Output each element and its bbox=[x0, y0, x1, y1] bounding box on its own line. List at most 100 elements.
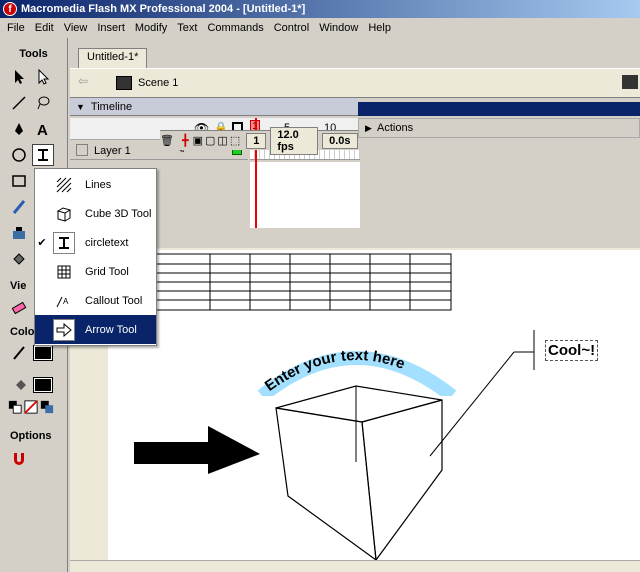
fill-color-swatch[interactable] bbox=[33, 377, 53, 393]
pencil-icon bbox=[13, 346, 25, 360]
menu-modify[interactable]: Modify bbox=[130, 22, 172, 34]
subselect-icon bbox=[38, 69, 50, 85]
menu-item-grid-tool[interactable]: Grid Tool bbox=[35, 257, 156, 286]
circletext-icon bbox=[53, 231, 75, 254]
pen-icon bbox=[15, 123, 23, 135]
document-tab[interactable]: Untitled-1* bbox=[78, 48, 148, 68]
back-arrow-icon[interactable]: ⇦ bbox=[78, 74, 96, 92]
stage-drawing bbox=[107, 253, 535, 562]
menu-control[interactable]: Control bbox=[269, 22, 314, 34]
timeline-status-bar: 🗑 ╋ ▣ ▢ ◫ ⬚ 1 12.0 fps 0.0s ◀ bbox=[160, 126, 370, 155]
edit-scene-icon[interactable] bbox=[622, 75, 638, 89]
menu-insert[interactable]: Insert bbox=[92, 22, 130, 34]
black-white-icon bbox=[8, 400, 22, 414]
eraser-icon bbox=[11, 301, 27, 315]
stage[interactable]: Enter your text here Cool~! bbox=[107, 250, 640, 562]
horizontal-scrollbar[interactable] bbox=[70, 560, 640, 572]
arrow-shape[interactable] bbox=[134, 426, 260, 474]
circletext-icon bbox=[38, 149, 48, 161]
menu-window[interactable]: Window bbox=[314, 22, 363, 34]
snap-magnet-button[interactable] bbox=[8, 448, 30, 470]
onion-outline-icon[interactable]: ▢ bbox=[205, 134, 215, 147]
callout-icon: A bbox=[53, 290, 75, 312]
rectangle-icon bbox=[12, 175, 26, 187]
grid-icon bbox=[53, 261, 75, 283]
no-color-icon bbox=[24, 400, 38, 414]
fill-transform-icon bbox=[13, 227, 25, 239]
paint-bucket-icon bbox=[13, 253, 25, 265]
window-title: Macromedia Flash MX Professional 2004 - … bbox=[21, 3, 306, 15]
frame-area bbox=[250, 162, 360, 228]
scene-label: Scene 1 bbox=[138, 77, 179, 89]
fill-transform-tool[interactable] bbox=[8, 222, 30, 244]
paint-bucket-tool[interactable] bbox=[8, 248, 30, 270]
tool-flyout-menu: Lines Cube 3D Tool ✔ circletext Grid Too… bbox=[34, 168, 157, 346]
menu-text[interactable]: Text bbox=[172, 22, 202, 34]
edit-multiple-icon[interactable]: ◫ bbox=[217, 134, 227, 147]
collapse-arrow-icon[interactable]: ▼ bbox=[76, 102, 85, 112]
menu-item-label: Arrow Tool bbox=[85, 323, 137, 336]
arrow-icon bbox=[15, 70, 24, 84]
menu-item-label: circletext bbox=[85, 236, 129, 249]
text-tool[interactable]: A bbox=[32, 118, 54, 140]
arrow-tool-icon bbox=[53, 318, 75, 341]
onion-skin-icon[interactable]: ▣ bbox=[193, 134, 203, 147]
menu-item-label: Grid Tool bbox=[85, 265, 129, 278]
menu-bar: File Edit View Insert Modify Text Comman… bbox=[0, 18, 640, 37]
menu-file[interactable]: File bbox=[2, 22, 30, 34]
curved-text-group[interactable]: Enter your text here bbox=[256, 336, 457, 402]
menu-item-callout-tool[interactable]: A Callout Tool bbox=[35, 286, 156, 315]
actions-header[interactable]: ▶ Actions bbox=[358, 118, 640, 138]
fill-color-tool[interactable] bbox=[10, 374, 32, 396]
expand-arrow-icon[interactable]: ▶ bbox=[365, 123, 372, 134]
frame-rate[interactable]: 12.0 fps bbox=[270, 126, 319, 155]
magnet-icon bbox=[14, 453, 24, 465]
timeline-title: Timeline bbox=[90, 100, 133, 113]
line-tool[interactable] bbox=[8, 92, 30, 114]
layer-name[interactable]: Layer 1 bbox=[94, 145, 131, 157]
title-bar: f Macromedia Flash MX Professional 2004 … bbox=[0, 0, 640, 18]
oval-tool[interactable] bbox=[8, 144, 30, 166]
layer-icon bbox=[76, 144, 88, 156]
menu-item-cube-3d-tool[interactable]: Cube 3D Tool bbox=[35, 199, 156, 228]
timeline-title-bar[interactable]: ▼ Timeline bbox=[70, 98, 360, 116]
text-icon: A bbox=[37, 122, 48, 137]
menu-view[interactable]: View bbox=[59, 22, 93, 34]
menu-item-lines[interactable]: Lines bbox=[35, 170, 156, 199]
menu-item-circletext[interactable]: ✔ circletext bbox=[35, 228, 156, 257]
actions-title: Actions bbox=[377, 122, 414, 134]
callout-text[interactable]: Cool~! bbox=[545, 340, 599, 361]
cube-icon bbox=[53, 203, 75, 225]
fill-bucket-icon bbox=[16, 380, 26, 390]
menu-item-label: Callout Tool bbox=[85, 294, 143, 307]
oval-icon bbox=[12, 148, 26, 162]
menu-item-label: Lines bbox=[85, 178, 112, 191]
cube-3d-shape[interactable] bbox=[275, 385, 443, 562]
swap-colors-button[interactable] bbox=[40, 400, 54, 414]
scene-clapper-icon bbox=[116, 76, 132, 90]
eraser-tool[interactable] bbox=[8, 296, 30, 318]
stroke-color-swatch[interactable] bbox=[33, 345, 53, 361]
circletext-tool[interactable] bbox=[32, 144, 54, 166]
menu-commands[interactable]: Commands bbox=[202, 22, 268, 34]
stroke-color-tool[interactable] bbox=[8, 342, 30, 364]
no-color-button[interactable] bbox=[24, 400, 38, 414]
scene-bar: ⇦ Scene 1 bbox=[70, 68, 640, 98]
arrow-tool[interactable] bbox=[8, 66, 30, 88]
actions-title-bar[interactable] bbox=[358, 102, 640, 116]
black-white-button[interactable] bbox=[8, 400, 22, 414]
brush-tool[interactable] bbox=[8, 196, 30, 218]
pen-tool[interactable] bbox=[8, 118, 30, 140]
options-section-label: Options bbox=[10, 430, 52, 442]
center-frame-icon[interactable]: ╋ bbox=[182, 134, 189, 147]
rectangle-tool[interactable] bbox=[8, 170, 30, 192]
menu-help[interactable]: Help bbox=[363, 22, 396, 34]
document-tab-row: Untitled-1* bbox=[70, 40, 640, 68]
subselect-tool[interactable] bbox=[32, 66, 54, 88]
trash-icon[interactable]: 🗑 bbox=[160, 134, 174, 147]
menu-edit[interactable]: Edit bbox=[30, 22, 59, 34]
grid-table[interactable] bbox=[107, 253, 452, 311]
lasso-tool[interactable] bbox=[32, 92, 54, 114]
menu-item-arrow-tool[interactable]: Arrow Tool bbox=[35, 315, 156, 344]
modify-markers-icon[interactable]: ⬚ bbox=[230, 134, 240, 147]
